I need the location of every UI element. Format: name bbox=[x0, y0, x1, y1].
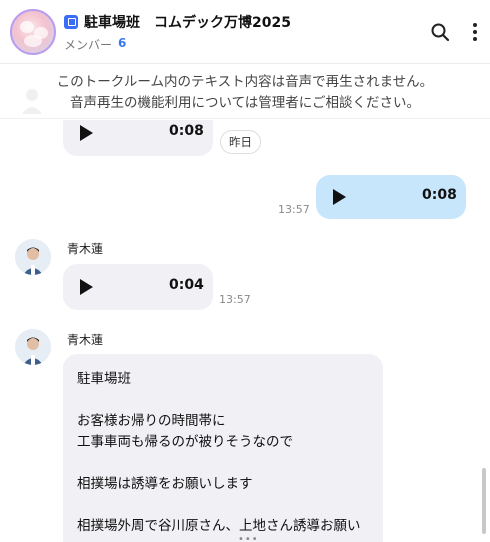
voice-message-bubble[interactable]: 0:08 bbox=[63, 120, 213, 156]
member-count: 6 bbox=[118, 36, 127, 50]
sender-name: 青木蓮 bbox=[67, 242, 104, 256]
voice-duration: 0:08 bbox=[422, 187, 457, 203]
message-text-line: 工事車両も帰るのが被りそうなので bbox=[77, 434, 293, 450]
room-title: 駐車場班 コムデック万博2025 bbox=[84, 15, 291, 31]
room-title-row[interactable]: 駐車場班 コムデック万博2025 bbox=[64, 12, 291, 32]
more-dots[interactable]: ••• bbox=[238, 534, 259, 542]
chat-header: 駐車場班 コムデック万博2025 メンバー 6 bbox=[0, 0, 490, 64]
message-text-line: 相撲場外周で谷川原さん、上地さん誘導お願い bbox=[77, 518, 361, 534]
more-vertical-icon bbox=[473, 23, 477, 41]
sender-avatar[interactable] bbox=[15, 239, 51, 275]
member-label: メンバー bbox=[64, 38, 113, 52]
more-options-button[interactable] bbox=[463, 20, 487, 44]
message-time: 13:57 bbox=[219, 293, 251, 306]
person-photo-icon bbox=[15, 239, 51, 275]
text-message-bubble[interactable]: 駐車場班 お客様お帰りの時間帯に 工事車両も帰るのが被りそうなので 相撲場は誘導… bbox=[63, 354, 383, 542]
group-avatar[interactable] bbox=[10, 9, 56, 55]
message-text-line: 駐車場班 bbox=[77, 371, 131, 387]
room-type-icon bbox=[64, 15, 78, 29]
voice-message-bubble-outgoing[interactable]: 0:08 bbox=[316, 175, 466, 219]
notice-line-2: 音声再生の機能利用については管理者にご相談ください。 bbox=[69, 95, 421, 111]
notice-line-1: このトークルーム内のテキスト内容は音声で再生されません。 bbox=[56, 74, 434, 90]
message-text-line: お客様お帰りの時間帯に bbox=[77, 413, 226, 429]
play-icon[interactable] bbox=[333, 189, 346, 205]
tts-notice: このトークルーム内のテキスト内容は音声で再生されません。 音声再生の機能利用につ… bbox=[0, 65, 490, 119]
sender-name: 青木蓮 bbox=[67, 333, 104, 347]
message-text-line: 相撲場は誘導をお願いします bbox=[77, 476, 253, 492]
voice-message-bubble[interactable]: 0:04 bbox=[63, 264, 213, 310]
person-photo-icon bbox=[15, 329, 51, 365]
search-icon bbox=[431, 23, 450, 42]
scrollbar[interactable] bbox=[482, 468, 486, 534]
date-separator: 昨日 bbox=[220, 130, 261, 154]
sender-avatar[interactable] bbox=[15, 329, 51, 365]
voice-duration: 0:04 bbox=[169, 277, 204, 293]
user-silhouette-icon bbox=[22, 89, 42, 114]
message-time: 13:57 bbox=[278, 203, 310, 216]
message-list[interactable]: 0:08 昨日 13:57 0:08 青木蓮 0:04 13:57 青木蓮 駐車… bbox=[0, 120, 490, 542]
member-info[interactable]: メンバー 6 bbox=[64, 36, 126, 53]
search-button[interactable] bbox=[428, 20, 452, 44]
voice-duration: 0:08 bbox=[169, 123, 204, 139]
play-icon[interactable] bbox=[80, 279, 93, 295]
play-icon[interactable] bbox=[80, 125, 93, 141]
